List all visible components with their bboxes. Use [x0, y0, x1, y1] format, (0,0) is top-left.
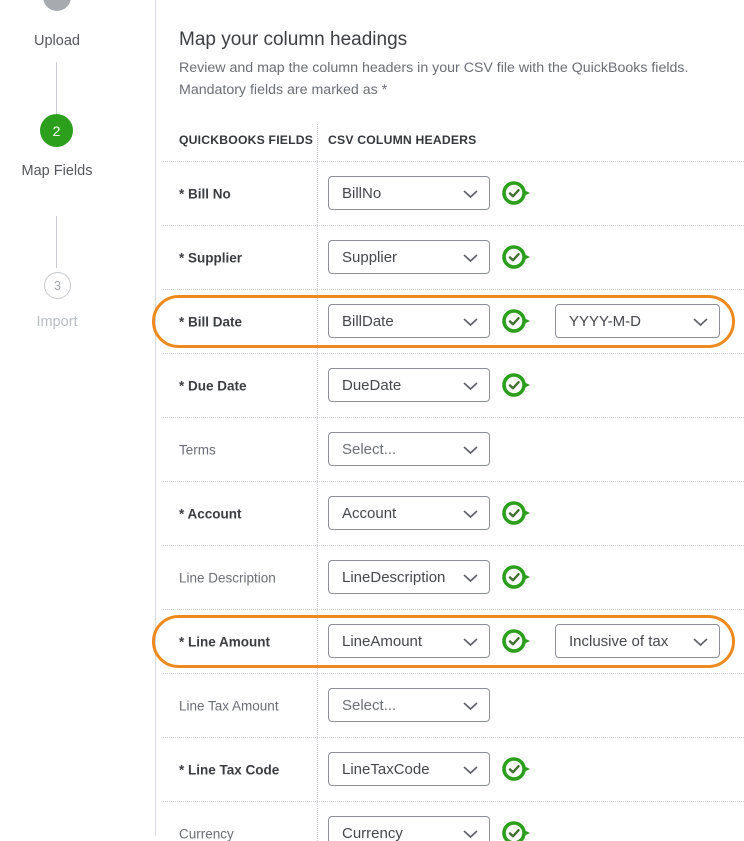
stepper-connector	[56, 216, 57, 268]
page-description-line2: Mandatory fields are marked as *	[179, 80, 688, 102]
field-row: Line Tax Amount Select...	[163, 674, 744, 738]
csv-column-select[interactable]: LineAmount	[328, 624, 490, 658]
select-value: Currency	[342, 825, 403, 841]
quickbooks-field-label: * Supplier	[179, 250, 242, 265]
field-row: * Line Tax Code LineTaxCode	[163, 738, 744, 802]
chevron-down-icon	[463, 766, 478, 774]
sidebar-divider	[155, 0, 156, 836]
mapped-check-icon	[501, 372, 532, 398]
date-format-select[interactable]: YYYY-M-D	[555, 304, 720, 338]
csv-column-select[interactable]: Supplier	[328, 240, 490, 274]
csv-column-select[interactable]: LineTaxCode	[328, 752, 490, 786]
column-header-csv-headers: CSV COLUMN HEADERS	[328, 133, 477, 147]
select-value: Select...	[342, 441, 396, 458]
chevron-down-icon	[463, 318, 478, 326]
csv-column-select[interactable]: DueDate	[328, 368, 490, 402]
chevron-down-icon	[463, 382, 478, 390]
field-row: Terms Select...	[163, 418, 744, 482]
page-description-line1: Review and map the column headers in you…	[179, 58, 688, 80]
mapped-check-icon	[501, 820, 532, 841]
chevron-down-icon	[463, 446, 478, 454]
page-description: Review and map the column headers in you…	[179, 58, 688, 101]
step-map-fields-number: 2	[53, 123, 61, 139]
field-row: * Bill Date BillDate YYYY-M-D	[163, 290, 744, 354]
field-row: * Supplier Supplier	[163, 226, 744, 290]
step-import-number: 3	[54, 279, 61, 293]
csv-column-select[interactable]: Currency	[328, 816, 490, 841]
step-upload-label: Upload	[12, 33, 102, 49]
chevron-down-icon	[463, 702, 478, 710]
field-row: * Line Amount LineAmount Inclusive of tax	[163, 610, 744, 674]
quickbooks-field-label: Line Tax Amount	[179, 698, 279, 713]
select-value: BillDate	[342, 313, 394, 330]
csv-column-select[interactable]: LineDescription	[328, 560, 490, 594]
chevron-down-icon	[693, 638, 708, 646]
step-map-fields-circle: 2	[40, 114, 73, 147]
select-value: DueDate	[342, 377, 401, 394]
csv-import-map-fields-screen: Upload 2 Map Fields 3 Import Map your co…	[0, 0, 744, 841]
field-row: Line Description LineDescription	[163, 546, 744, 610]
chevron-down-icon	[463, 830, 478, 838]
chevron-down-icon	[693, 318, 708, 326]
select-value: Inclusive of tax	[569, 633, 668, 650]
mapped-check-icon	[501, 180, 532, 206]
chevron-down-icon	[463, 638, 478, 646]
quickbooks-field-label: * Line Amount	[179, 634, 270, 649]
csv-column-select[interactable]: Select...	[328, 432, 490, 466]
quickbooks-field-label: Line Description	[179, 570, 276, 585]
quickbooks-field-label: * Account	[179, 506, 242, 521]
mapped-check-icon	[501, 564, 532, 590]
select-value: BillNo	[342, 185, 381, 202]
select-value: Supplier	[342, 249, 397, 266]
step-import-label: Import	[12, 314, 102, 330]
csv-column-select[interactable]: BillDate	[328, 304, 490, 338]
quickbooks-field-label: * Bill No	[179, 186, 231, 201]
stepper-connector	[56, 62, 57, 114]
csv-column-select[interactable]: Select...	[328, 688, 490, 722]
quickbooks-field-label: Currency	[179, 826, 234, 841]
quickbooks-field-label: * Line Tax Code	[179, 762, 279, 777]
mapped-check-icon	[501, 628, 532, 654]
mapped-check-icon	[501, 756, 532, 782]
select-value: LineAmount	[342, 633, 422, 650]
tax-option-select[interactable]: Inclusive of tax	[555, 624, 720, 658]
field-row: * Bill No BillNo	[163, 162, 744, 226]
field-row: * Due Date DueDate	[163, 354, 744, 418]
column-header-quickbooks-fields: QUICKBOOKS FIELDS	[179, 133, 313, 147]
step-upload-circle	[43, 0, 71, 11]
select-value: Select...	[342, 697, 396, 714]
chevron-down-icon	[463, 190, 478, 198]
import-stepper: Upload 2 Map Fields 3 Import	[0, 0, 155, 841]
select-value: Account	[342, 505, 396, 522]
quickbooks-field-label: Terms	[179, 442, 216, 457]
select-value: LineDescription	[342, 569, 445, 586]
mapped-check-icon	[501, 308, 532, 334]
select-value: YYYY-M-D	[569, 313, 641, 330]
step-import-circle: 3	[44, 272, 71, 299]
csv-column-select[interactable]: BillNo	[328, 176, 490, 210]
step-map-fields-label: Map Fields	[12, 157, 102, 185]
quickbooks-field-label: * Due Date	[179, 378, 247, 393]
field-row: * Account Account	[163, 482, 744, 546]
mapped-check-icon	[501, 500, 532, 526]
field-mapping-table: * Bill No BillNo * Supplier Supplier * Bill …	[163, 161, 744, 841]
quickbooks-field-label: * Bill Date	[179, 314, 242, 329]
field-row: Currency Currency	[163, 802, 744, 841]
mapped-check-icon	[501, 244, 532, 270]
chevron-down-icon	[463, 510, 478, 518]
csv-column-select[interactable]: Account	[328, 496, 490, 530]
chevron-down-icon	[463, 254, 478, 262]
chevron-down-icon	[463, 574, 478, 582]
page-title: Map your column headings	[179, 29, 407, 51]
select-value: LineTaxCode	[342, 761, 430, 778]
